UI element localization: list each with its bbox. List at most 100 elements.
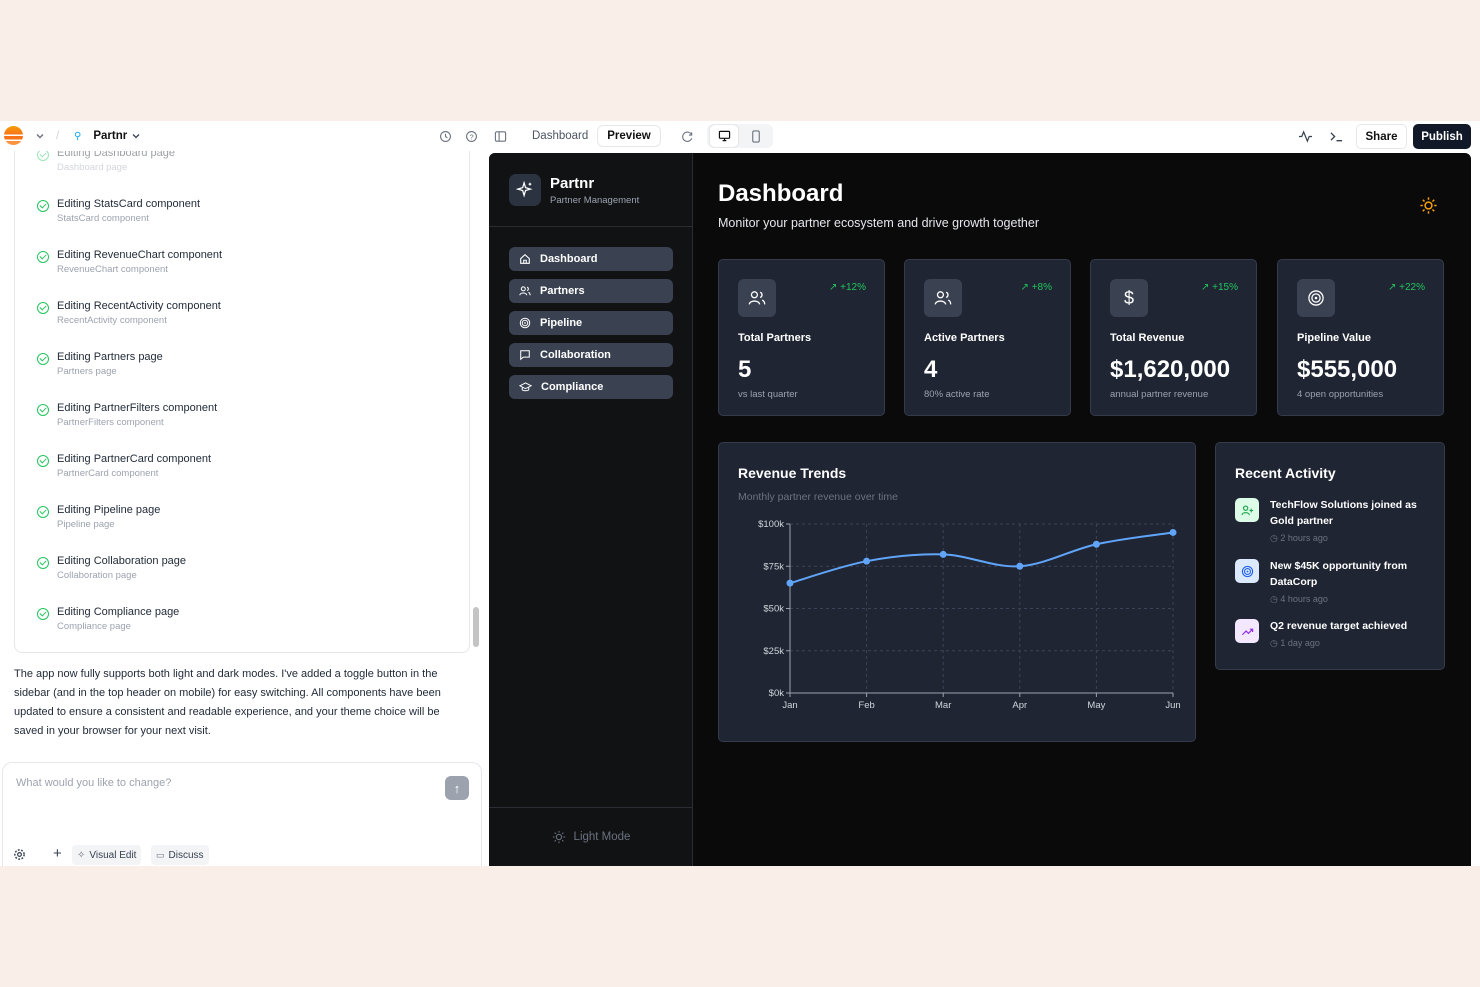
sparkles-icon xyxy=(509,174,541,206)
app-logo-icon[interactable] xyxy=(4,126,23,145)
clock-icon: ◷ xyxy=(1270,594,1281,604)
y-tick-label: $25k xyxy=(763,646,784,657)
send-button[interactable]: ↑ xyxy=(445,776,469,800)
y-tick-label: $50k xyxy=(763,604,784,615)
stat-label: Total Revenue xyxy=(1110,332,1185,344)
stat-card: ↗ +22% Pipeline Value $555,000 4 open op… xyxy=(1277,259,1444,416)
clock-icon: ◷ xyxy=(1270,533,1281,543)
step-subtitle: Dashboard page xyxy=(57,162,128,173)
arrow-up-icon: ↑ xyxy=(453,780,461,796)
chat-panel: Editing Dashboard page Dashboard page Ed… xyxy=(0,151,489,866)
settings-icon[interactable] xyxy=(13,848,26,866)
stat-subtext: 80% active rate xyxy=(924,389,990,400)
sidebar-item-label: Partners xyxy=(540,285,585,297)
help-icon[interactable]: ? xyxy=(462,125,480,147)
data-point xyxy=(786,579,794,587)
trending-up-icon xyxy=(1235,619,1259,643)
step-title: Editing Compliance page xyxy=(57,606,180,618)
x-tick-label: May xyxy=(1087,700,1105,711)
step-title: Editing Dashboard page xyxy=(57,151,176,159)
sidebar-item-pipeline[interactable]: Pipeline xyxy=(509,311,673,335)
prompt-input[interactable]: What would you like to change? xyxy=(16,777,171,789)
sidebar-item-label: Collaboration xyxy=(540,349,611,361)
page-title: Dashboard xyxy=(718,180,844,207)
discuss-label: Discuss xyxy=(168,849,204,861)
message-icon xyxy=(520,350,530,361)
check-circle-icon xyxy=(37,506,49,518)
data-point xyxy=(1016,562,1024,570)
stat-subtext: annual partner revenue xyxy=(1110,389,1209,400)
x-tick-label: Jun xyxy=(1165,700,1180,711)
sidebar-item-dashboard[interactable]: Dashboard xyxy=(509,247,673,271)
check-circle-icon xyxy=(37,608,49,620)
step-title: Editing PartnerFilters component xyxy=(57,402,218,414)
discuss-button[interactable]: ▭ Discuss xyxy=(151,845,209,865)
stat-label: Active Partners xyxy=(924,332,1005,344)
chat-bubble-icon: ▭ xyxy=(156,849,165,860)
breadcrumb-separator: / xyxy=(56,128,60,142)
stat-value: $555,000 xyxy=(1297,356,1398,383)
activity-icon[interactable] xyxy=(1295,125,1315,147)
step-subtitle: StatsCard component xyxy=(57,213,149,224)
svg-text:?: ? xyxy=(469,132,473,141)
assistant-message: The app now fully supports both light an… xyxy=(14,668,441,737)
project-name: Partnr xyxy=(93,130,128,142)
stat-card: $ ↗ +15% Total Revenue $1,620,000 annual… xyxy=(1090,259,1257,416)
users-icon xyxy=(738,279,776,317)
visual-edit-button[interactable]: ✧ Visual Edit xyxy=(72,845,142,865)
project-icon: ⚲ xyxy=(74,130,82,142)
step-title: Editing RevenueChart component xyxy=(57,249,223,261)
step-subtitle: Pipeline page xyxy=(57,519,115,530)
trend-value: +15% xyxy=(1212,282,1238,293)
page-subtitle: Monitor your partner ecosystem and drive… xyxy=(718,216,1039,230)
activity-time: ◷ 4 hours ago xyxy=(1270,594,1328,605)
check-circle-icon xyxy=(37,557,49,569)
stat-subtext: 4 open opportunities xyxy=(1297,389,1384,400)
publish-button[interactable]: Publish xyxy=(1413,124,1471,149)
mobile-icon[interactable] xyxy=(743,125,769,147)
sidebar-divider xyxy=(489,226,693,227)
activity-text: New $45K opportunity from DataCorp xyxy=(1270,560,1408,588)
trend-badge: ↗ +8% xyxy=(1021,282,1052,293)
trend-badge: ↗ +12% xyxy=(829,282,866,293)
target-icon xyxy=(1235,559,1259,583)
step-subtitle: PartnerFilters component xyxy=(57,417,164,428)
trending-up-icon: ↗ xyxy=(828,282,841,293)
graduation-cap-icon xyxy=(519,382,532,392)
project-selector[interactable]: ⚲ Partnr xyxy=(74,125,141,147)
recent-activity-card: Recent Activity TechFlow Solutions joine… xyxy=(1215,442,1445,670)
terminal-icon[interactable] xyxy=(1326,125,1346,147)
revenue-chart-card: Revenue Trends Monthly partner revenue o… xyxy=(718,442,1196,742)
tab-preview[interactable]: Preview xyxy=(598,126,660,146)
light-mode-label: Light Mode xyxy=(573,831,631,843)
app-window: / ⚲ Partnr ? Dashboard Preview Share Pub… xyxy=(0,121,1480,866)
sidebar-item-collaboration[interactable]: Collaboration xyxy=(509,343,673,367)
light-mode-toggle[interactable]: Light Mode xyxy=(489,807,693,866)
step-subtitle: PartnerCard component xyxy=(57,468,159,479)
refresh-icon[interactable] xyxy=(678,125,696,147)
activity-time: ◷ 2 hours ago xyxy=(1270,533,1328,544)
desktop-icon[interactable] xyxy=(710,125,738,147)
tab-dashboard[interactable]: Dashboard xyxy=(526,126,594,146)
trend-value: +12% xyxy=(840,282,866,293)
theme-toggle-sun-icon[interactable] xyxy=(1419,196,1438,220)
layout-toggle-icon[interactable] xyxy=(491,125,509,147)
history-icon[interactable] xyxy=(436,125,454,147)
sidebar-item-partners[interactable]: Partners xyxy=(509,279,673,303)
activity-time-text: 2 hours ago xyxy=(1280,533,1328,543)
visual-edit-label: Visual Edit xyxy=(89,849,137,861)
sidebar-item-label: Pipeline xyxy=(540,317,583,329)
share-button[interactable]: Share xyxy=(1356,124,1407,149)
x-tick-label: Jan xyxy=(782,700,797,711)
chat-scrollbar[interactable] xyxy=(473,607,479,647)
x-tick-label: Apr xyxy=(1012,700,1027,711)
step-title: Editing StatsCard component xyxy=(57,198,201,210)
trending-up-icon: ↗ xyxy=(1200,282,1213,293)
step-title: Editing Collaboration page xyxy=(57,555,187,567)
trend-badge: ↗ +15% xyxy=(1201,282,1238,293)
plus-icon[interactable]: + xyxy=(53,845,62,862)
stat-card: ↗ +12% Total Partners 5 vs last quarter xyxy=(718,259,885,416)
chevron-down-icon[interactable] xyxy=(32,125,48,147)
target-icon xyxy=(1297,279,1335,317)
sidebar-item-compliance[interactable]: Compliance xyxy=(509,375,673,399)
